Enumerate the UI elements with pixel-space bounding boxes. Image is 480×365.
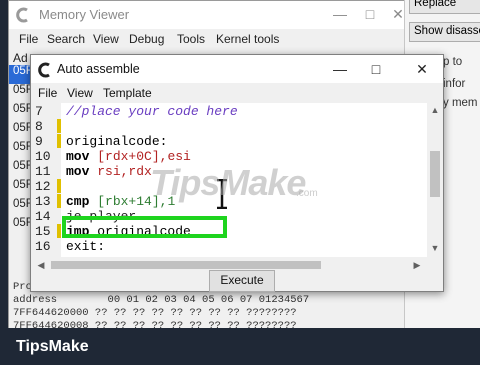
scroll-right-icon[interactable]: ▶ [409,260,425,271]
code-op: mov [66,149,98,164]
cheat-engine-icon [38,62,50,78]
list-item[interactable]: 05F [9,103,33,122]
panel-text: infor [443,78,466,90]
line-number-gutter: 7 8 9 10 11 12 13 14 15 16 [31,103,61,257]
menu-file[interactable]: File [38,86,57,100]
list-item[interactable]: 05F [9,122,33,141]
list-item[interactable]: 05F [9,217,33,236]
change-marker [57,179,61,193]
replace-button[interactable]: Replace [409,0,480,14]
change-marker [57,134,61,148]
maximize-icon[interactable]: □ [367,60,385,78]
change-marker [57,119,61,133]
line-number: 7 [35,104,43,119]
line-number: 10 [35,149,51,164]
auto-assemble-titlebar: Auto assemble — □ ✕ [31,55,443,83]
menu-search[interactable]: Search [47,32,85,46]
line-number: 12 [35,179,51,194]
list-item[interactable]: 05F [9,160,33,179]
minimize-icon[interactable]: — [331,60,349,78]
code-operand: rsi [97,164,121,179]
menu-tools[interactable]: Tools [177,32,205,46]
line-number: 15 [35,224,51,239]
menu-file[interactable]: File [19,32,38,46]
menu-view[interactable]: View [93,32,119,46]
memory-viewer-title: Memory Viewer [39,7,130,22]
code-op: cmp [66,194,98,209]
execute-button[interactable]: Execute [209,270,275,292]
line-number: 9 [35,134,43,149]
code-line-mov-2: mov rsi,rdx [66,164,152,179]
scroll-up-icon[interactable]: ▲ [427,105,443,115]
list-item[interactable]: 05F [9,84,33,103]
change-marker [57,224,61,238]
line-number: 11 [35,164,51,179]
change-marker [57,194,61,208]
list-item[interactable]: 05F [9,65,33,84]
scroll-down-icon[interactable]: ▼ [427,243,443,253]
line-number: 14 [35,209,51,224]
disassembly-list[interactable]: 05F 05F 05F 05F 05F 05F 05F 05F 05F [9,65,33,245]
panel-text: y mem [443,97,478,109]
memory-viewer-menubar: File Search View Debug Tools Kernel tool… [9,29,411,49]
menu-view[interactable]: View [67,86,93,100]
auto-assemble-title: Auto assemble [57,62,140,76]
list-item[interactable]: 05F [9,198,33,217]
list-item[interactable]: 05F [9,179,33,198]
panel-text: p to [443,56,463,68]
hex-row[interactable]: 7FF644620000 ?? ?? ?? ?? ?? ?? ?? ?? ???… [9,307,411,320]
scrollbar-thumb[interactable] [51,261,321,269]
menu-debug[interactable]: Debug [129,32,164,46]
maximize-icon[interactable]: □ [361,5,379,23]
show-disassembler-button[interactable]: Show disassembler [409,22,480,42]
cheat-engine-icon [16,7,28,23]
line-number: 13 [35,194,51,209]
scrollbar-thumb[interactable] [430,151,440,197]
footer-bar: TipsMake [0,328,480,365]
close-icon[interactable]: ✕ [413,60,431,78]
brand-logo: TipsMake [16,338,89,355]
line-number: 8 [35,119,43,134]
code-line-label: originalcode: [66,134,168,149]
code-line-comment: //place your code here [66,104,238,119]
code-line-exit: exit: [66,239,106,254]
menu-kernel-tools[interactable]: Kernel tools [216,32,279,46]
highlight-box [62,216,227,238]
watermark: TipsMake [150,162,306,203]
memory-viewer-titlebar: Memory Viewer — □ ✕ [9,1,411,29]
scroll-left-icon[interactable]: ◀ [33,260,49,271]
code-op: mov [66,164,98,179]
list-item[interactable]: 05F [9,141,33,160]
address-column-label: Ad [13,51,28,65]
watermark-suffix: .com [296,188,318,199]
hex-row: address 00 01 02 03 04 05 06 07 01234567 [13,294,310,306]
auto-assemble-menubar: File View Template [31,83,443,103]
code-operand: ,rdx [120,164,152,179]
line-number: 16 [35,239,51,254]
menu-template[interactable]: Template [103,86,152,100]
vertical-scrollbar[interactable]: ▲ ▼ [427,103,443,257]
minimize-icon[interactable]: — [331,5,349,23]
